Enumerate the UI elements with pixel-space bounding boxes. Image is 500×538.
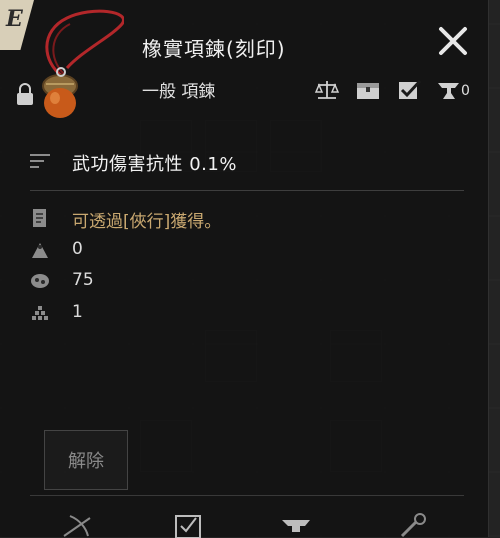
source-row: 可透過[俠行]獲得。 — [30, 205, 450, 232]
balance-scale-icon[interactable] — [314, 79, 340, 101]
bow-icon[interactable] — [60, 512, 94, 538]
acquisition-source: 可透過[俠行]獲得。 — [72, 212, 222, 232]
close-button[interactable] — [436, 24, 470, 58]
wrench-icon[interactable] — [396, 512, 430, 538]
durability-icon — [31, 274, 49, 288]
info-row-3: 1 — [30, 300, 450, 326]
background-release-button: 解除 — [44, 430, 128, 490]
item-tooltip-panel: E 橡實項鍊(刻印) 一般 項鍊 0 武功傷害抗性 0.1% 可透過[俠行]獲得… — [0, 0, 489, 538]
stat-lines-icon — [30, 154, 50, 168]
anvil-action[interactable]: 0 — [437, 79, 470, 101]
divider — [30, 190, 464, 191]
item-type: 一般 項鍊 — [142, 82, 216, 102]
document-icon — [33, 209, 46, 227]
bottom-divider — [30, 495, 464, 496]
damage-resistance-stat: 武功傷害抗性 0.1% — [72, 154, 237, 175]
weight-icon — [32, 243, 48, 258]
stat-row: 武功傷害抗性 0.1% — [30, 147, 470, 177]
info-row-2: 75 — [30, 268, 450, 294]
checklist-icon[interactable] — [172, 512, 206, 538]
chest-icon[interactable] — [355, 79, 381, 101]
info-value-3: 1 — [72, 302, 83, 322]
anvil-icon — [438, 83, 459, 99]
info-value-1: 0 — [72, 239, 83, 259]
stack-icon — [32, 306, 48, 320]
item-name: 橡實項鍊(刻印) — [142, 37, 286, 61]
info-row-1: 0 — [30, 237, 450, 263]
background-release-label: 解除 — [68, 451, 104, 472]
info-value-2: 75 — [72, 270, 94, 290]
lock-icon[interactable] — [14, 82, 36, 106]
anvil-bottom-icon[interactable] — [280, 512, 314, 538]
action-icon-bar: 0 — [314, 78, 470, 102]
anvil-count: 0 — [461, 83, 470, 99]
checkbox-icon[interactable] — [396, 79, 422, 101]
